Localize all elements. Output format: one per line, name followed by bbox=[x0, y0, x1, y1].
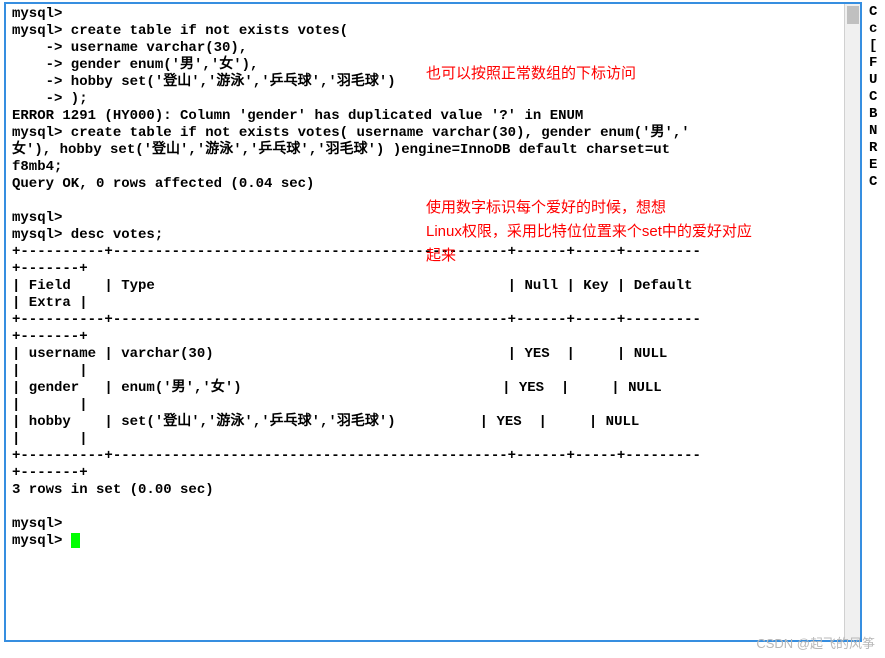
line: 3 rows in set (0.00 sec) bbox=[12, 482, 214, 498]
line: +----------+----------------------------… bbox=[12, 312, 701, 328]
watermark: CSDN @起飞的风筝 bbox=[756, 633, 875, 652]
line: -> gender enum('男','女'), bbox=[12, 57, 258, 73]
line: mysql> bbox=[12, 6, 62, 22]
line: +-------+ bbox=[12, 261, 88, 277]
line: mysql> create table if not exists votes(… bbox=[12, 125, 690, 141]
line: | username | varchar(30) | YES | | NULL bbox=[12, 346, 701, 362]
line: | Field | Type | Null | Key | Default bbox=[12, 278, 701, 294]
line: mysql> bbox=[12, 210, 62, 226]
line: 女'), hobby set('登山','游泳','乒乓球','羽毛球') )e… bbox=[12, 142, 670, 158]
line: | gender | enum('男','女') | YES | | NULL bbox=[12, 380, 695, 396]
line: Query OK, 0 rows affected (0.04 sec) bbox=[12, 176, 314, 192]
line: | hobby | set('登山','游泳','乒乓球','羽毛球') | Y… bbox=[12, 414, 673, 430]
annotation-bitfield: 使用数字标识每个爱好的时候，想想 Linux权限，采用比特位位置来个set中的爱… bbox=[426, 196, 752, 268]
line: | Extra | bbox=[12, 295, 88, 311]
line: -> hobby set('登山','游泳','乒乓球','羽毛球') bbox=[12, 74, 396, 90]
line: -> username varchar(30), bbox=[12, 40, 247, 56]
line: +----------+----------------------------… bbox=[12, 448, 701, 464]
line: mysql> bbox=[12, 533, 71, 549]
line: +-------+ bbox=[12, 329, 88, 345]
line: mysql> create table if not exists votes( bbox=[12, 23, 348, 39]
line: | | bbox=[12, 363, 88, 379]
annotation-array-index: 也可以按照正常数组的下标访问 bbox=[426, 62, 636, 83]
line: +-------+ bbox=[12, 465, 88, 481]
scroll-thumb[interactable] bbox=[847, 6, 859, 24]
terminal-window: mysql> mysql> create table if not exists… bbox=[4, 2, 862, 642]
terminal-output: mysql> mysql> create table if not exists… bbox=[6, 4, 860, 552]
line: mysql> desc votes; bbox=[12, 227, 163, 243]
line: | | bbox=[12, 431, 88, 447]
line: ERROR 1291 (HY000): Column 'gender' has … bbox=[12, 108, 583, 124]
line: -> ); bbox=[12, 91, 88, 107]
scrollbar[interactable] bbox=[844, 4, 860, 640]
side-text-fragments: C c [ F U C B N R E C bbox=[869, 4, 883, 191]
line: f8mb4; bbox=[12, 159, 62, 175]
line: | | bbox=[12, 397, 88, 413]
line: mysql> bbox=[12, 516, 62, 532]
cursor-icon bbox=[71, 533, 80, 548]
